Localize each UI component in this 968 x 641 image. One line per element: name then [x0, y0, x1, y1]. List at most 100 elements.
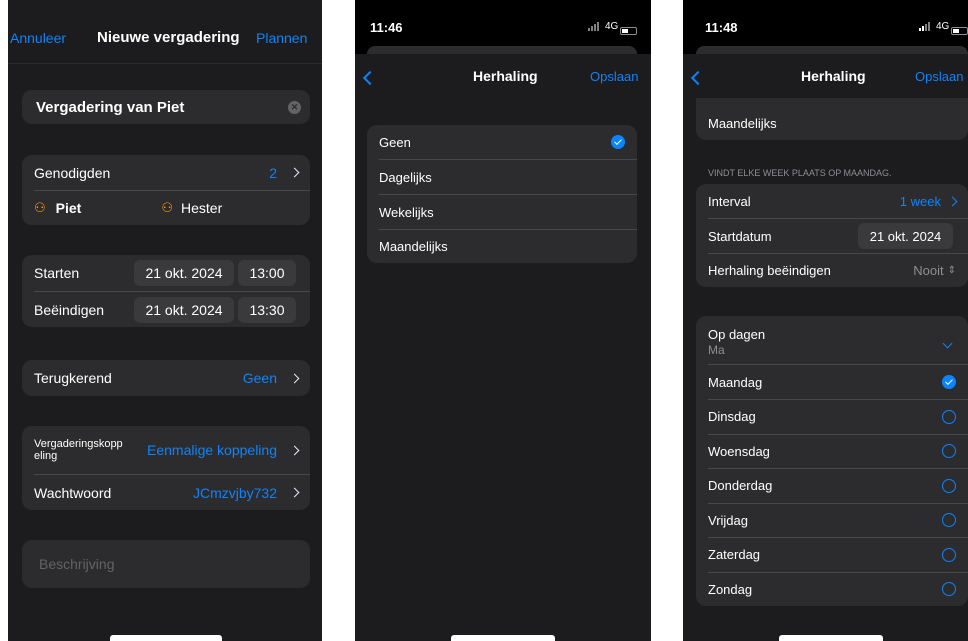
invitee-name: Piet: [55, 200, 82, 216]
chevron-right-icon: [289, 167, 300, 178]
recurrence-screen: 11:46 4G Herhaling Opslaan Geen Dagelijk…: [355, 0, 651, 641]
empty-circle-icon: [942, 478, 956, 493]
start-label: Starten: [34, 265, 80, 281]
interval-label: Interval: [708, 193, 751, 209]
option-daily[interactable]: Dagelijks: [367, 160, 637, 194]
password-row[interactable]: Wachtwoord JCmzvjby732: [22, 475, 310, 510]
person-icon: ⚇: [34, 200, 46, 215]
frequency-value: Maandelijks: [708, 116, 777, 131]
day-row[interactable]: Woensdag: [696, 434, 968, 468]
battery-icon: [617, 22, 637, 40]
option-label: Dagelijks: [379, 169, 432, 185]
day-label: Vrijdag: [708, 512, 748, 528]
page-title: Herhaling: [473, 68, 538, 84]
section-header: VINDT ELKE WEEK PLAATS OP MAANDAG.: [708, 168, 892, 178]
recurrence-detail-screen: 11:48 4G Herhaling Opslaan Maandelijks V…: [683, 0, 968, 641]
day-row[interactable]: Vrijdag: [696, 503, 968, 537]
end-repeat-value: Nooit: [913, 263, 944, 278]
description-placeholder: Beschrijving: [39, 556, 115, 572]
chevron-right-icon: [289, 445, 300, 455]
end-label: Beëindigen: [34, 302, 105, 318]
day-label: Maandag: [708, 374, 763, 390]
signal-icon: [588, 22, 599, 31]
on-days-value: Ma: [708, 343, 725, 357]
meeting-title-field[interactable]: Vergadering van Piet ✕: [22, 90, 310, 124]
end-repeat-label: Herhaling beëindigen: [708, 263, 831, 278]
empty-circle-icon: [942, 444, 956, 458]
on-days-row[interactable]: Op dagen Ma: [696, 316, 968, 364]
home-indicator: [451, 635, 555, 641]
start-time-picker[interactable]: 13:00: [238, 260, 296, 286]
chevron-down-icon: [942, 334, 953, 352]
interval-group: Interval 1 week Startdatum 21 okt. 2024 …: [696, 184, 968, 287]
checkmark-circle-icon: [611, 135, 625, 149]
day-label: Zondag: [708, 581, 753, 597]
end-time-picker[interactable]: 13:30: [238, 297, 296, 323]
nav-bar: Annuleer Nieuwe vergadering Plannen: [8, 0, 322, 64]
save-button[interactable]: Opslaan: [915, 69, 963, 84]
password-label: Wachtwoord: [34, 484, 112, 501]
start-date-picker[interactable]: 21 okt. 2024: [134, 260, 234, 286]
recurrence-options: Geen Dagelijks Wekelijks Maandelijks: [367, 125, 637, 263]
meeting-link-value: Eenmalige koppeling: [147, 442, 277, 458]
interval-value: 1 week: [899, 193, 941, 209]
invitees-label: Genodigden: [34, 164, 111, 181]
day-row[interactable]: Zaterdag: [696, 538, 968, 572]
chevron-right-icon: [289, 373, 300, 383]
option-weekly[interactable]: Wekelijks: [367, 195, 637, 229]
status-time: 11:48: [705, 20, 738, 35]
empty-circle-icon: [942, 582, 956, 596]
back-icon[interactable]: [362, 70, 378, 88]
start-date-label: Startdatum: [708, 229, 772, 244]
back-icon[interactable]: [690, 70, 706, 88]
divider: [34, 291, 310, 292]
description-field[interactable]: Beschrijving: [22, 540, 310, 588]
nav-bar: Herhaling Opslaan: [355, 54, 651, 98]
link-group: Vergaderingskoppeling Eenmalige koppelin…: [22, 426, 310, 510]
divider: [708, 218, 968, 219]
start-date-picker[interactable]: 21 okt. 2024: [858, 223, 953, 249]
save-button[interactable]: Opslaan: [590, 69, 638, 84]
option-monthly[interactable]: Maandelijks: [367, 230, 637, 263]
cancel-button[interactable]: Annuleer: [10, 30, 66, 46]
empty-circle-icon: [942, 513, 956, 527]
page-title: Nieuwe vergadering: [97, 29, 240, 46]
meeting-title-input[interactable]: Vergadering van Piet: [36, 99, 184, 116]
option-label: Geen: [379, 134, 411, 150]
day-row[interactable]: Dinsdag: [696, 400, 968, 434]
interval-row[interactable]: Interval 1 week: [696, 184, 968, 218]
time-group: Starten 21 okt. 2024 13:00 Beëindigen 21…: [22, 255, 310, 327]
signal-icon: [919, 22, 930, 31]
end-repeat-row[interactable]: Herhaling beëindigen Nooit ⇕: [696, 254, 968, 287]
chevron-updown-icon: ⇕: [947, 265, 956, 276]
recurring-row[interactable]: Terugkerend Geen: [22, 360, 310, 396]
nav-bar: Herhaling Opslaan: [683, 54, 968, 98]
invitees-group: Genodigden 2 ⚇ Piet ⚇ Hester: [22, 155, 310, 225]
home-indicator: [779, 635, 883, 641]
recurring-value: Geen: [242, 370, 277, 386]
day-row[interactable]: Donderdag: [696, 469, 968, 503]
invitees-count: 2: [269, 164, 277, 181]
chevron-right-icon: [289, 487, 300, 498]
option-none[interactable]: Geen: [367, 125, 637, 159]
end-date-picker[interactable]: 21 okt. 2024: [134, 297, 234, 323]
day-label: Donderdag: [708, 478, 773, 493]
invitees-row[interactable]: Genodigden 2: [22, 155, 310, 190]
day-row[interactable]: Maandag: [696, 365, 968, 399]
new-meeting-screen: Annuleer Nieuwe vergadering Plannen Verg…: [8, 0, 322, 641]
person-icon: ⚇: [161, 200, 173, 215]
empty-circle-icon: [942, 409, 956, 424]
invitee-list: ⚇ Piet ⚇ Hester: [22, 191, 310, 225]
password-value: JCmzvjby732: [192, 484, 277, 501]
home-indicator: [110, 635, 222, 641]
schedule-button[interactable]: Plannen: [256, 30, 307, 46]
clear-icon[interactable]: ✕: [288, 101, 301, 114]
checkmark-circle-icon: [942, 375, 956, 389]
meeting-link-label: Vergaderingskoppeling: [34, 438, 123, 462]
day-label: Dinsdag: [708, 409, 756, 424]
meeting-link-row[interactable]: Vergaderingskoppeling Eenmalige koppelin…: [22, 426, 310, 474]
frequency-row[interactable]: Maandelijks: [696, 98, 968, 140]
chevron-right-icon: [947, 196, 958, 206]
recurring-label: Terugkerend: [34, 370, 112, 386]
day-row[interactable]: Zondag: [696, 572, 968, 606]
